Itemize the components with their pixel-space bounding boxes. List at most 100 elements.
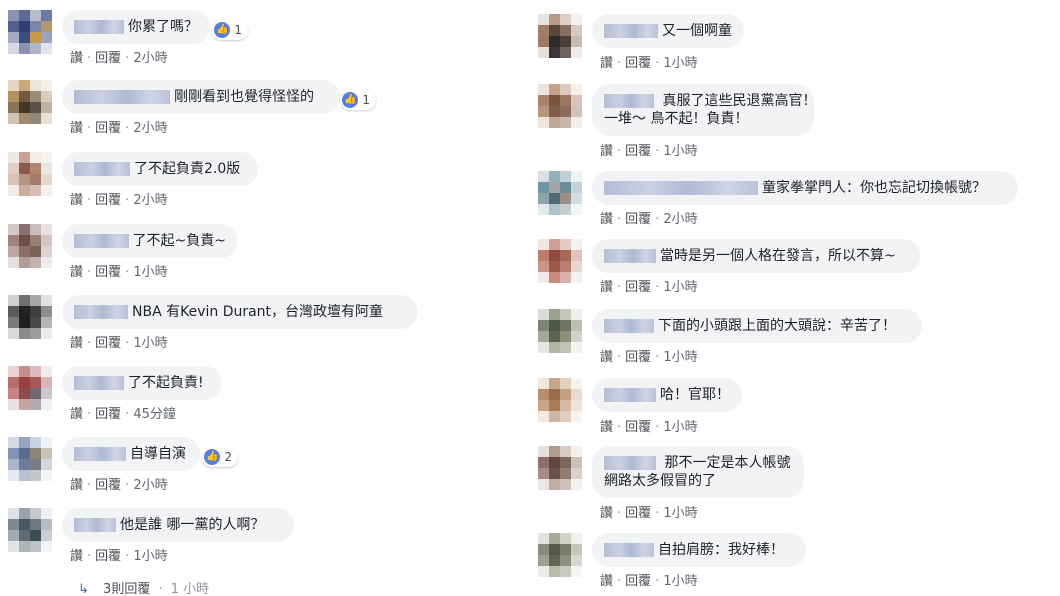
timestamp[interactable]: 1小時: [133, 549, 167, 564]
reply-button[interactable]: 回覆: [95, 265, 121, 280]
like-button[interactable]: 讚: [600, 574, 613, 589]
avatar[interactable]: [538, 446, 582, 490]
reply-button[interactable]: 回覆: [95, 549, 121, 564]
avatar[interactable]: [8, 508, 52, 552]
commenter-name[interactable]: [74, 305, 128, 319]
commenter-name[interactable]: [604, 543, 654, 557]
like-button[interactable]: 讚: [600, 144, 613, 159]
commenter-name[interactable]: [604, 249, 656, 263]
commenter-name[interactable]: [74, 162, 130, 176]
separator: ·: [125, 336, 130, 351]
avatar[interactable]: [8, 80, 52, 124]
like-button[interactable]: 讚: [600, 212, 613, 227]
commenter-name[interactable]: [74, 447, 126, 461]
reply-button[interactable]: 回覆: [95, 407, 121, 422]
timestamp[interactable]: 2小時: [133, 121, 167, 136]
commenter-name[interactable]: [74, 90, 170, 104]
like-button[interactable]: 讚: [600, 420, 613, 435]
like-button[interactable]: 讚: [70, 478, 83, 493]
avatar[interactable]: [538, 309, 582, 353]
commenter-name[interactable]: [74, 20, 124, 34]
timestamp[interactable]: 1小時: [133, 336, 167, 351]
commenter-name[interactable]: [74, 234, 129, 248]
timestamp[interactable]: 1小時: [663, 280, 697, 295]
comment-actions: 讚 · 回覆 · 2小時: [600, 208, 698, 227]
timestamp[interactable]: 2小時: [663, 212, 697, 227]
comment-bubble: 自導自演 👍 2: [62, 437, 238, 471]
reply-button[interactable]: 回覆: [95, 51, 121, 66]
avatar[interactable]: [8, 10, 52, 54]
like-button[interactable]: 讚: [70, 549, 83, 564]
separator: ·: [655, 506, 660, 521]
timestamp[interactable]: 1小時: [133, 265, 167, 280]
separator: ·: [87, 478, 92, 493]
avatar[interactable]: [538, 378, 582, 422]
timestamp[interactable]: 2小時: [133, 478, 167, 493]
view-replies-label[interactable]: 3則回覆: [103, 582, 150, 596]
like-button[interactable]: 讚: [600, 506, 613, 521]
timestamp[interactable]: 1小時: [663, 144, 697, 159]
reply-button[interactable]: 回覆: [625, 56, 651, 71]
separator: ·: [158, 582, 163, 596]
timestamp[interactable]: 1小時: [663, 56, 697, 71]
view-replies-link[interactable]: ↳ 3則回覆 · 1 小時: [78, 578, 209, 596]
comment-text: NBA 有Kevin Durant，台灣政壇有阿童: [132, 304, 384, 320]
reply-button[interactable]: 回覆: [95, 121, 121, 136]
separator: ·: [87, 51, 92, 66]
like-button[interactable]: 讚: [70, 265, 83, 280]
like-button[interactable]: 讚: [70, 193, 83, 208]
timestamp[interactable]: 45分鐘: [133, 407, 176, 422]
reaction-count-badge[interactable]: 👍 1: [212, 20, 248, 40]
commenter-name[interactable]: [604, 456, 656, 470]
like-button[interactable]: 讚: [600, 350, 613, 365]
avatar[interactable]: [8, 366, 52, 410]
commenter-name[interactable]: [74, 518, 116, 532]
timestamp[interactable]: 1小時: [663, 574, 697, 589]
avatar[interactable]: [538, 14, 582, 58]
like-button[interactable]: 讚: [600, 56, 613, 71]
avatar[interactable]: [538, 533, 582, 577]
reply-button[interactable]: 回覆: [625, 144, 651, 159]
timestamp[interactable]: 1小時: [663, 420, 697, 435]
like-button[interactable]: 讚: [70, 336, 83, 351]
commenter-name[interactable]: [604, 24, 658, 38]
reply-button[interactable]: 回覆: [95, 478, 121, 493]
like-button[interactable]: 讚: [70, 407, 83, 422]
reply-button[interactable]: 回覆: [625, 574, 651, 589]
separator: ·: [87, 407, 92, 422]
timestamp[interactable]: 2小時: [133, 193, 167, 208]
avatar[interactable]: [8, 295, 52, 339]
reply-button[interactable]: 回覆: [95, 336, 121, 351]
timestamp[interactable]: 1小時: [663, 506, 697, 521]
separator: ·: [87, 121, 92, 136]
timestamp[interactable]: 1小時: [663, 350, 697, 365]
reply-button[interactable]: 回覆: [625, 420, 651, 435]
commenter-name[interactable]: [74, 376, 124, 390]
avatar[interactable]: [538, 84, 582, 128]
reaction-count-badge[interactable]: 👍 1: [340, 90, 376, 110]
avatar[interactable]: [8, 437, 52, 481]
reply-button[interactable]: 回覆: [95, 193, 121, 208]
reply-button[interactable]: 回覆: [625, 212, 651, 227]
comment-actions: 讚 · 回覆 · 2小時: [70, 47, 168, 66]
like-button[interactable]: 讚: [600, 280, 613, 295]
like-button[interactable]: 讚: [70, 121, 83, 136]
avatar[interactable]: [538, 239, 582, 283]
separator: ·: [617, 280, 622, 295]
separator: ·: [87, 265, 92, 280]
commenter-name[interactable]: [604, 181, 758, 195]
comment-text: 你累了嗎？: [128, 19, 198, 35]
timestamp[interactable]: 1 小時: [171, 582, 209, 596]
commenter-name[interactable]: [604, 388, 656, 402]
avatar[interactable]: [538, 171, 582, 215]
avatar[interactable]: [8, 152, 52, 196]
reply-button[interactable]: 回覆: [625, 350, 651, 365]
commenter-name[interactable]: [604, 319, 654, 333]
like-button[interactable]: 讚: [70, 51, 83, 66]
timestamp[interactable]: 2小時: [133, 51, 167, 66]
reply-button[interactable]: 回覆: [625, 506, 651, 521]
avatar[interactable]: [8, 224, 52, 268]
reaction-count-badge[interactable]: 👍 2: [202, 447, 238, 467]
commenter-name[interactable]: [604, 94, 654, 108]
reply-button[interactable]: 回覆: [625, 280, 651, 295]
